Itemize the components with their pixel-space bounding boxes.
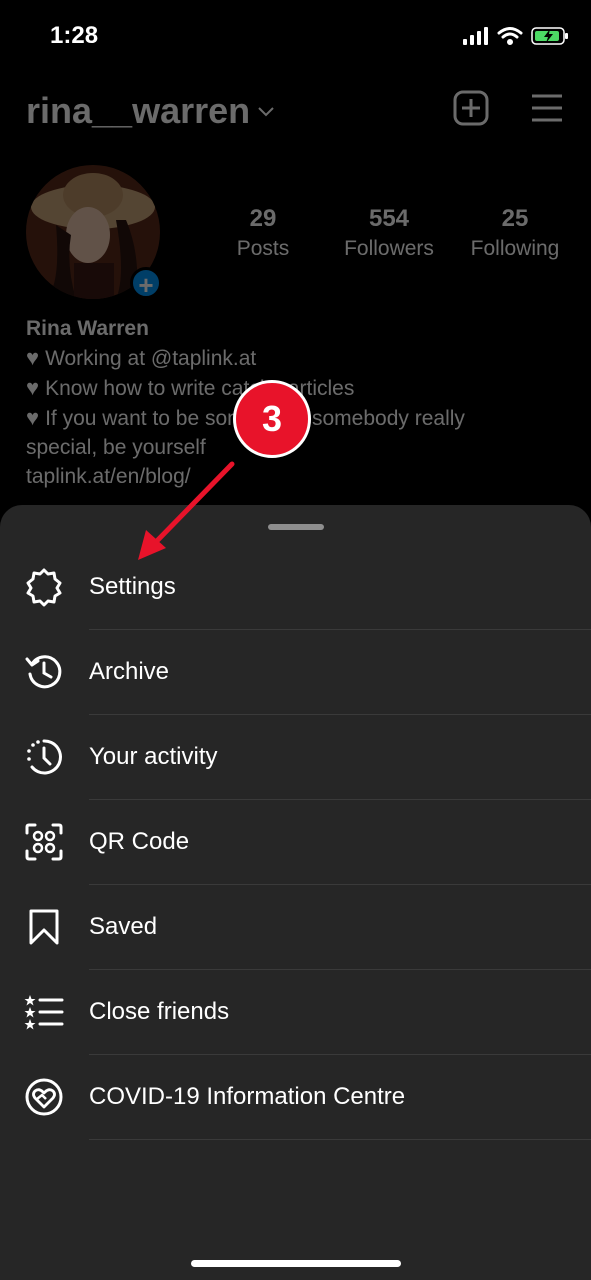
new-post-icon[interactable] (453, 90, 489, 126)
stat-followers[interactable]: 554 Followers (329, 205, 449, 261)
activity-icon (27, 739, 62, 775)
heart-icon: ♥ (26, 405, 40, 430)
archive-icon (25, 655, 62, 689)
following-label: Following (470, 237, 560, 260)
menu-item-label: Close friends (89, 998, 230, 1025)
heart-icon: ♥ (26, 345, 40, 370)
divider (89, 1139, 591, 1140)
step-number-badge: 3 (233, 380, 311, 458)
status-icons (463, 26, 569, 46)
menu-item-saved[interactable]: Saved (0, 885, 591, 970)
menu-item-close-friends[interactable]: Close friends (0, 970, 591, 1055)
bio-link[interactable]: taplink.at/en/blog/ (26, 462, 566, 491)
menu-item-label: Archive (89, 658, 170, 685)
add-story-button[interactable]: + (130, 267, 162, 300)
posts-count: 29 (249, 205, 277, 232)
menu-item-archive[interactable]: Archive (0, 630, 591, 715)
bio-line-text: Know how to write catchy articles (45, 377, 355, 400)
bio-line: ♥ Working at @taplink.at (26, 343, 566, 373)
cellular-signal-icon (463, 27, 488, 45)
menu-item-qr-code[interactable]: QR Code (0, 800, 591, 885)
followers-label: Followers (344, 237, 434, 260)
menu-item-your-activity[interactable]: Your activity (0, 715, 591, 800)
menu-item-label: Saved (89, 913, 158, 940)
menu-item-label: Your activity (89, 743, 218, 770)
bookmark-icon (29, 909, 59, 945)
menu-hamburger-icon[interactable] (530, 90, 564, 126)
menu-item-label: COVID-19 Information Centre (89, 1083, 406, 1110)
battery-charging-icon (531, 27, 568, 45)
close-friends-icon (24, 995, 64, 1030)
sheet-drag-handle[interactable] (268, 524, 324, 530)
followers-count: 554 (368, 205, 410, 232)
menu-item-label: QR Code (89, 828, 190, 855)
wifi-icon (497, 27, 523, 45)
status-time: 1:28 (50, 22, 99, 49)
profile-avatar[interactable]: + (26, 165, 162, 300)
home-indicator[interactable] (191, 1260, 401, 1267)
posts-label: Posts (236, 237, 290, 260)
heart-icon: ♥ (26, 375, 40, 400)
qr-code-icon (25, 823, 63, 861)
chevron-down-icon (258, 107, 274, 117)
profile-name: Rina Warren (26, 317, 149, 340)
following-count: 25 (501, 205, 529, 232)
bio-line-text: Working at @taplink.at (45, 347, 257, 370)
menu-list: Settings Archive Your activity QR Code S… (0, 545, 591, 1140)
menu-item-label: Settings (89, 573, 176, 600)
status-bar: 1:28 (0, 0, 591, 70)
bottom-sheet-menu: Settings Archive Your activity QR Code S… (0, 505, 591, 1280)
menu-item-settings[interactable]: Settings (0, 545, 591, 630)
stat-posts[interactable]: 29 Posts (203, 205, 323, 261)
settings-icon (26, 568, 62, 607)
profile-username[interactable]: rina__warren (26, 90, 276, 132)
covid-info-icon (25, 1078, 63, 1116)
stat-following[interactable]: 25 Following (455, 205, 575, 261)
username-text: rina__warren (26, 90, 251, 131)
menu-item-covid-info[interactable]: COVID-19 Information Centre (0, 1055, 591, 1140)
